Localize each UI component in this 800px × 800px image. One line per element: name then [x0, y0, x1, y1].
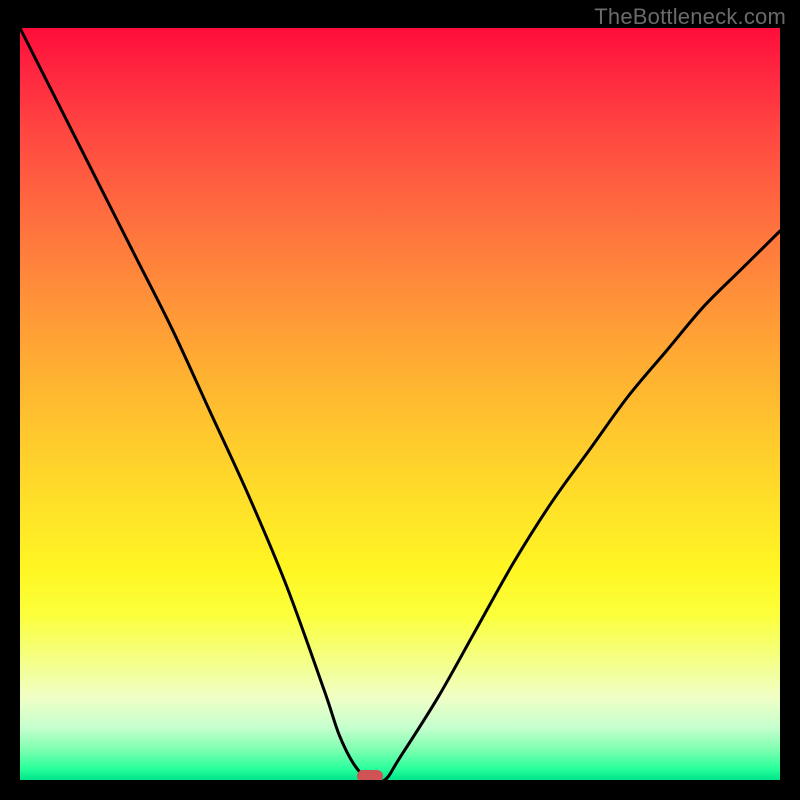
bottleneck-curve: [20, 28, 780, 780]
plot-area: [20, 28, 780, 780]
optimal-marker: [357, 770, 383, 780]
chart-frame: TheBottleneck.com: [0, 0, 800, 800]
watermark-text: TheBottleneck.com: [594, 4, 786, 30]
